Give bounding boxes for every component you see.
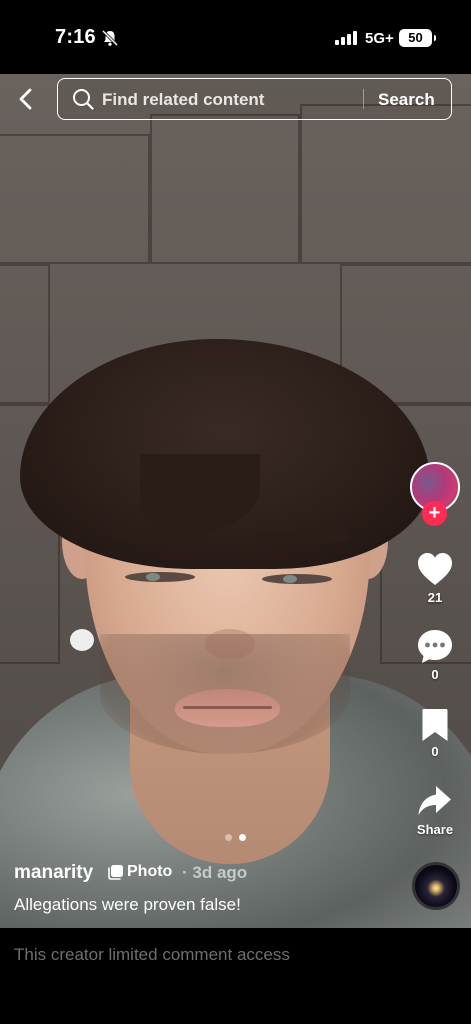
heart-icon[interactable]: [416, 551, 454, 589]
music-disc[interactable]: [412, 862, 460, 910]
post-caption: Allegations were proven false!: [14, 895, 241, 914]
comment-icon[interactable]: [416, 628, 454, 666]
search-bar[interactable]: Find related content Search: [57, 78, 452, 120]
wall-brick: [0, 264, 50, 404]
creator-username[interactable]: manarity: [14, 862, 93, 884]
bell-slash-icon: [101, 29, 119, 47]
wall-brick: [150, 114, 300, 264]
eye: [125, 572, 195, 582]
nose: [205, 629, 255, 659]
network-type: 5G+: [365, 30, 394, 47]
status-time: 7:16: [55, 26, 96, 48]
pager-dot-1: [225, 834, 232, 841]
comment-restriction-notice: This creator limited comment access: [14, 945, 290, 964]
save-count: 0: [431, 744, 439, 759]
media-type-label: Photo: [127, 863, 173, 880]
post-age: · 3d ago: [182, 863, 248, 882]
wall-brick: [300, 104, 471, 264]
comment-bar: This creator limited comment access: [0, 928, 471, 1024]
photo-mode-icon: [108, 865, 123, 880]
post-photo[interactable]: [0, 74, 471, 928]
battery-indicator: 50: [399, 29, 436, 47]
wall-brick: [0, 134, 150, 264]
search-icon: [73, 89, 94, 110]
signal-bars-icon: [335, 31, 357, 45]
bookmark-icon[interactable]: [416, 706, 454, 744]
like-count: 21: [427, 590, 443, 605]
back-arrow-icon[interactable]: [14, 86, 40, 112]
eye: [262, 574, 332, 584]
follow-button[interactable]: +: [422, 501, 447, 526]
earbud: [70, 629, 94, 651]
status-bar: 7:16 5G+ 50: [0, 0, 471, 74]
pager-dot-2-active: [239, 834, 246, 841]
share-icon[interactable]: [416, 783, 454, 821]
search-input[interactable]: Find related content: [102, 90, 264, 110]
plus-icon: +: [428, 502, 441, 524]
comment-count: 0: [431, 667, 439, 682]
search-divider: [363, 89, 364, 109]
lips: [175, 689, 280, 727]
share-label[interactable]: Share: [404, 822, 466, 837]
search-button[interactable]: Search: [378, 90, 435, 110]
